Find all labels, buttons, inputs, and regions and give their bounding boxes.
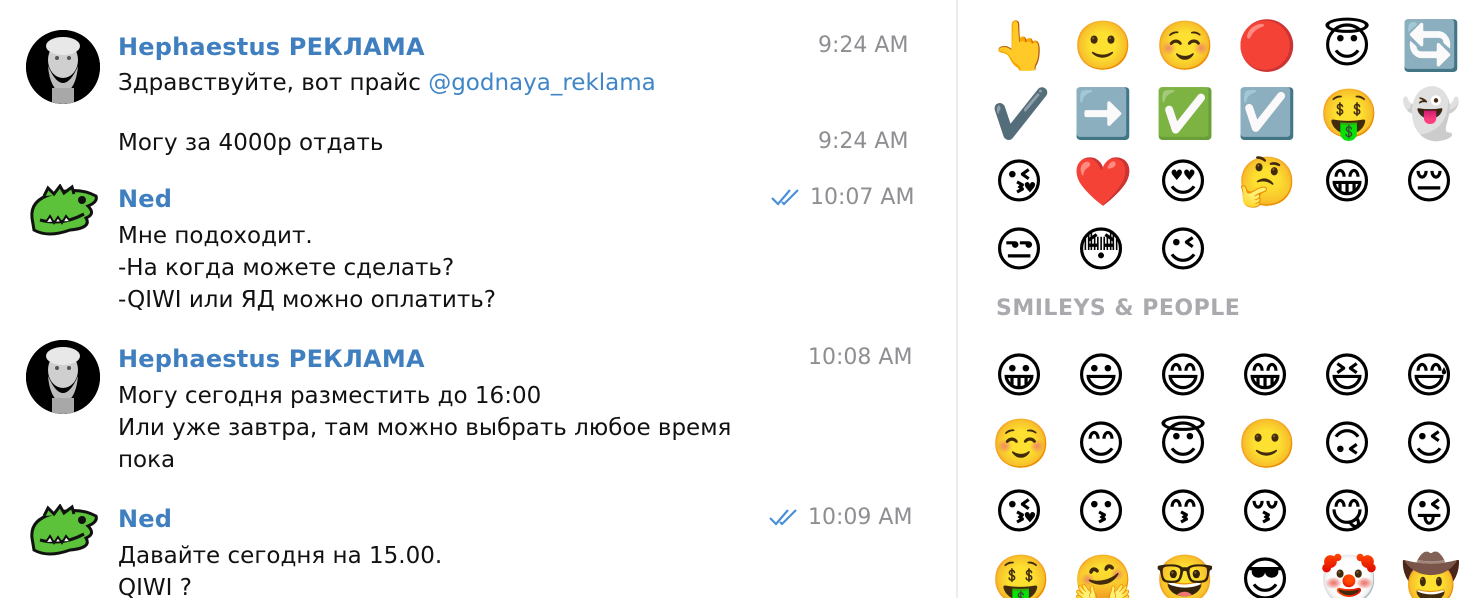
emoji-button[interactable]: 🔄 [1401,18,1461,74]
emoji-button[interactable]: 😳 [1073,222,1129,278]
emoji-button[interactable]: 👻 [1401,86,1461,142]
emoji-button[interactable]: 😋 [1319,484,1375,540]
emoji-button[interactable]: 🙃 [1319,416,1375,472]
read-checkmarks-icon [769,509,797,526]
emoji-button[interactable]: 😚 [1237,484,1293,540]
emoji-button[interactable]: 😇 [1319,18,1375,74]
emoji-button[interactable]: 😊 [1073,416,1129,472]
emoji-button[interactable]: 🤠 [1401,552,1461,598]
message-time: 10:09 AM [808,505,913,530]
sender-name[interactable]: Ned [118,185,172,213]
emoji-button[interactable]: 😘 [991,154,1047,210]
message-line: -На когда можете сделать? [118,255,455,281]
emoji-button[interactable]: 😁 [1237,348,1293,404]
emoji-button[interactable]: 😇 [1155,416,1211,472]
emoji-button[interactable]: 🤑 [991,552,1051,598]
emoji-button[interactable]: ➡️ [1073,86,1133,142]
emoji-button[interactable]: 😄 [1155,348,1211,404]
message-text: Могу сегодня разместить до 16:00 Или уже… [118,380,731,476]
emoji-button[interactable]: 🙂 [1073,18,1133,74]
emoji-button[interactable]: ✔️ [991,86,1051,142]
emoji-button[interactable]: 😙 [1155,484,1211,540]
sender-name[interactable]: Hephaestus РЕКЛАМА [118,345,425,373]
emoji-button[interactable]: 😅 [1401,348,1457,404]
avatar[interactable] [26,340,100,414]
emoji-button[interactable]: 😆 [1319,348,1375,404]
emoji-button[interactable]: ☑️ [1237,86,1297,142]
emoji-button[interactable]: 🤗 [1073,552,1133,598]
hephaestus-avatar-icon [26,30,100,104]
emoji-button[interactable]: 😔 [1401,154,1457,210]
emoji-section-title: SMILEYS & PEOPLE [996,296,1241,321]
emoji-button[interactable]: 🔴 [1237,18,1297,74]
emoji-button[interactable]: 😀 [991,348,1047,404]
message-line: Могу сегодня разместить до 16:00 [118,383,542,409]
emoji-button[interactable]: ☺️ [991,416,1051,472]
message-text: Могу за 4000р отдать [118,127,383,159]
sender-name[interactable]: Ned [118,505,172,533]
avatar[interactable] [26,30,100,104]
emoji-button[interactable]: 😒 [991,222,1047,278]
sender-name[interactable]: Hephaestus РЕКЛАМА [118,33,425,61]
avatar[interactable] [26,504,100,578]
emoji-button[interactable]: 😉 [1155,222,1211,278]
chat-history: Hephaestus РЕКЛАМА 9:24 AM Здравствуйте,… [0,0,956,598]
emoji-button[interactable]: 😃 [1073,348,1129,404]
emoji-button[interactable]: 🤔 [1237,154,1297,210]
message-line: Могу за 4000р отдать [118,130,384,156]
message-line: пока [118,447,176,473]
emoji-button[interactable]: 😘 [991,484,1047,540]
message-text: Давайте сегодня на 15.00. QIWI ? [118,540,442,598]
emoji-button[interactable]: ❤️ [1073,154,1133,210]
emoji-button[interactable]: 👆 [991,18,1051,74]
message-line: Здравствуйте, вот прайс [118,70,429,96]
emoji-button[interactable]: 😁 [1319,154,1375,210]
message-line: Мне подоходит. [118,223,313,249]
message-time: 10:08 AM [808,345,913,370]
message-time: 10:07 AM [810,185,915,210]
emoji-button[interactable]: 🤡 [1319,552,1379,598]
message-line: QIWI ? [118,575,192,598]
emoji-button[interactable]: 😗 [1073,484,1129,540]
emoji-button[interactable]: ✅ [1155,86,1215,142]
message-text: Здравствуйте, вот прайс @godnaya_reklama [118,67,656,99]
emoji-panel: 👆 🙂 ☺️ 🔴 😇 🔄 ✔️ ➡️ ✅ ☑️ 🤑 👻 😘 ❤️ 😍 🤔 😁 😔 😒 😳 😉 SMILEYS & PEO… [958,0,1474,598]
emoji-button[interactable]: 😉 [1401,416,1457,472]
emoji-button[interactable]: ☺️ [1155,18,1215,74]
emoji-button[interactable]: 🤑 [1319,86,1379,142]
emoji-button[interactable]: 😍 [1155,154,1211,210]
ned-lizard-avatar-icon [30,184,98,236]
read-checkmarks-icon [771,189,799,206]
emoji-button[interactable]: 🤓 [1155,552,1215,598]
emoji-button[interactable]: 🙂 [1237,416,1297,472]
message-line: Или уже завтра, там можно выбрать любое … [118,415,732,441]
mention-link[interactable]: @godnaya_reklama [428,70,656,96]
hephaestus-avatar-icon [26,340,100,414]
message-text: Мне подоходит. -На когда можете сделать?… [118,220,496,316]
emoji-button[interactable]: 😎 [1237,552,1293,598]
message-line: Давайте сегодня на 15.00. [118,543,443,569]
emoji-button[interactable]: 😜 [1401,484,1457,540]
message-time: 9:24 AM [818,129,909,154]
ned-lizard-avatar-icon [30,504,98,556]
message-time: 9:24 AM [818,33,909,58]
avatar[interactable] [26,184,100,258]
message-line: -QIWI или ЯД можно оплатить? [118,287,497,313]
